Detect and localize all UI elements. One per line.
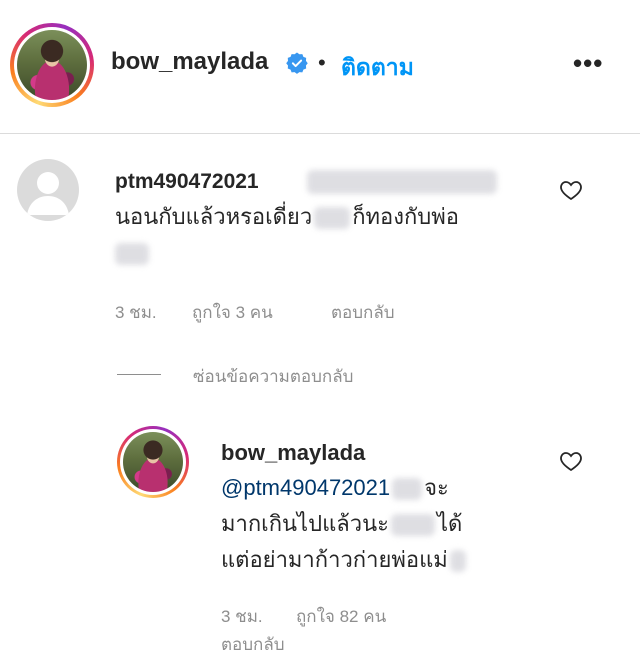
blurred-text [314, 207, 351, 230]
reply-likes[interactable]: ถูกใจ 82 คน [296, 603, 386, 630]
reply-text-line1-end: จะ [424, 475, 449, 500]
replies-divider [117, 374, 161, 375]
reply-time: 3 ชม. [221, 607, 263, 626]
reply-text-line3: แต่อย่ามาก้าวก่ายพ่อแม่ [221, 547, 448, 572]
blurred-text [390, 514, 435, 537]
comment-likes[interactable]: ถูกใจ 3 คน [192, 299, 273, 326]
blurred-text [392, 478, 423, 501]
commenter-avatar[interactable] [17, 159, 79, 221]
separator-dot: • [318, 50, 326, 75]
comment-body: นอนกับแล้วหรอเดี่ยว ก็ทองกับพ่อ [115, 199, 545, 271]
follow-button[interactable]: ติดตาม [341, 50, 414, 86]
comment-reply-button[interactable]: ตอบกลับ [331, 299, 395, 326]
reply-mention-link[interactable]: @ptm490472021 [221, 475, 390, 500]
avatar-photo [17, 30, 87, 100]
header-username[interactable]: bow_maylada [111, 48, 268, 76]
reply-body: @ptm490472021 จะ มากเกินไปแล้วนะ ได้ แต่อย… [221, 470, 541, 578]
blurred-text [449, 550, 466, 573]
comment-text-line1: นอนกับแล้วหรอเดี่ยว [115, 204, 313, 229]
default-profile-icon [27, 172, 69, 215]
reply-text-line2-end: ได้ [436, 511, 463, 536]
header-avatar[interactable] [10, 23, 94, 107]
verified-badge-icon [286, 52, 308, 74]
reply-avatar[interactable] [117, 426, 189, 498]
reply-username[interactable]: bow_maylada [221, 440, 365, 466]
heart-outline-icon[interactable] [559, 178, 583, 202]
avatar-photo [123, 432, 183, 492]
blurred-text [115, 243, 149, 266]
heart-outline-icon[interactable] [559, 449, 583, 473]
blurred-text [307, 170, 497, 194]
comment-time: 3 ชม. [115, 303, 157, 322]
hide-replies-button[interactable]: ซ่อนข้อความตอบกลับ [193, 363, 353, 390]
reply-reply-button[interactable]: ตอบกลับ [221, 631, 285, 658]
comment-text-line1-end: ก็ทองกับพ่อ [352, 204, 459, 229]
more-options-icon[interactable]: ••• [573, 48, 603, 79]
reply-text-line2: มากเกินไปแล้วนะ [221, 511, 389, 536]
comment-username[interactable]: ptm490472021 [115, 170, 259, 194]
